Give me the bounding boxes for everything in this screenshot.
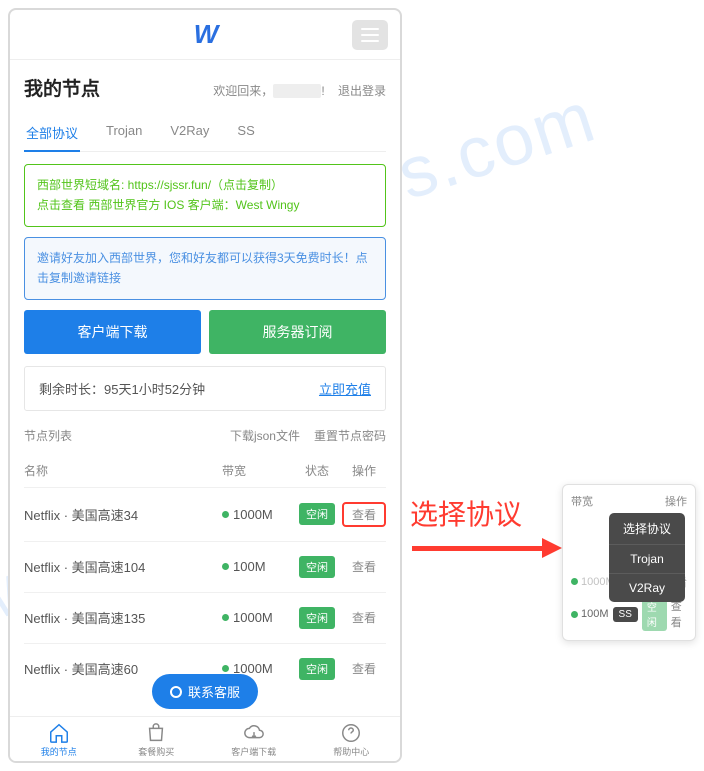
bottom-nav: 我的节点 套餐购买 客户端下载 帮助中心 (10, 716, 400, 761)
status-badge: 空闲 (299, 607, 335, 629)
node-name: Netflix · 美国高速34 (24, 505, 222, 524)
annotation-label: 选择协议 (410, 493, 522, 533)
table-row: Netflix · 美国高速1351000M 空闲查看 (24, 592, 386, 643)
dropdown-option-v2ray[interactable]: V2Ray (609, 574, 685, 602)
tab-all[interactable]: 全部协议 (24, 115, 80, 152)
ss-badge[interactable]: SS (613, 607, 638, 622)
info-shortdomain[interactable]: 西部世界短域名: https://sjssr.fun/（点击复制） 点击查看 西… (24, 164, 386, 227)
page-title: 我的节点 (24, 74, 100, 101)
node-bandwidth: 100M (222, 559, 292, 574)
nav-my-nodes[interactable]: 我的节点 (10, 717, 108, 761)
balance-box: 剩余时长：95天1小时52分钟 立即充值 (24, 366, 386, 411)
phone-frame: W 我的节点 欢迎回来，xx! 退出登录 全部协议 Trojan V2Ray S… (8, 8, 402, 763)
info-invite[interactable]: 邀请好友加入西部世界，您和好友都可以获得3天免费时长！点击复制邀请链接 (24, 237, 386, 300)
tab-ss[interactable]: SS (235, 115, 256, 151)
annotation-arrow (412, 538, 562, 558)
status-badge: 空闲 (642, 597, 667, 631)
contact-support-button[interactable]: 联系客服 (152, 674, 258, 709)
recharge-link[interactable]: 立即充值 (319, 379, 371, 398)
protocol-tabs: 全部协议 Trojan V2Ray SS (24, 115, 386, 152)
status-badge: 空闲 (299, 658, 335, 680)
status-badge: 空闲 (299, 556, 335, 578)
chat-icon (170, 686, 182, 698)
server-subscribe-button[interactable]: 服务器订阅 (209, 310, 386, 354)
nav-purchase[interactable]: 套餐购买 (108, 717, 206, 761)
dropdown-option-trojan[interactable]: Trojan (609, 545, 685, 574)
view-button[interactable]: 查看 (342, 502, 386, 527)
view-button[interactable]: 查看 (342, 609, 386, 626)
bag-icon (145, 722, 167, 744)
tab-v2ray[interactable]: V2Ray (168, 115, 211, 151)
list-title: 节点列表 (24, 427, 72, 444)
node-bandwidth: 1000M (222, 507, 292, 522)
node-bandwidth: 1000M (222, 610, 292, 625)
view-button[interactable]: 查看 (342, 660, 386, 677)
table-header: 名称 带宽 状态 操作 (24, 454, 386, 487)
welcome-text: 欢迎回来，xx! 退出登录 (213, 82, 386, 99)
topbar: W (10, 10, 400, 60)
protocol-dropdown: 选择协议 Trojan V2Ray (609, 513, 685, 602)
table-row: Netflix · 美国高速104100M 空闲查看 (24, 541, 386, 592)
dropdown-title: 选择协议 (609, 513, 685, 545)
home-icon (48, 722, 70, 744)
download-client-button[interactable]: 客户端下载 (24, 310, 201, 354)
help-icon (340, 722, 362, 744)
nav-download[interactable]: 客户端下载 (205, 717, 303, 761)
logo: W (194, 19, 217, 50)
cloud-download-icon (243, 722, 265, 744)
protocol-popup: 带宽 操作 选择协议 Trojan V2Ray 1000M 空闲 查看 100M… (562, 484, 696, 641)
node-name: Netflix · 美国高速104 (24, 557, 222, 576)
menu-icon[interactable] (352, 20, 388, 50)
popup-view-link[interactable]: 查看 (671, 598, 687, 630)
content: 我的节点 欢迎回来，xx! 退出登录 全部协议 Trojan V2Ray SS … (10, 60, 400, 716)
popup-header: 带宽 操作 (569, 491, 689, 513)
node-name: Netflix · 美国高速135 (24, 608, 222, 627)
status-badge: 空闲 (299, 503, 335, 525)
reset-password-link[interactable]: 重置节点密码 (314, 427, 386, 444)
list-toolbar: 节点列表 下载json文件 重置节点密码 (24, 427, 386, 444)
logout-link[interactable]: 退出登录 (338, 84, 386, 98)
view-button[interactable]: 查看 (342, 558, 386, 575)
nav-help[interactable]: 帮助中心 (303, 717, 401, 761)
tab-trojan[interactable]: Trojan (104, 115, 144, 151)
table-row: Netflix · 美国高速341000M 空闲查看 (24, 487, 386, 541)
username-masked: xx (273, 84, 321, 98)
download-json-link[interactable]: 下载json文件 (230, 427, 300, 444)
